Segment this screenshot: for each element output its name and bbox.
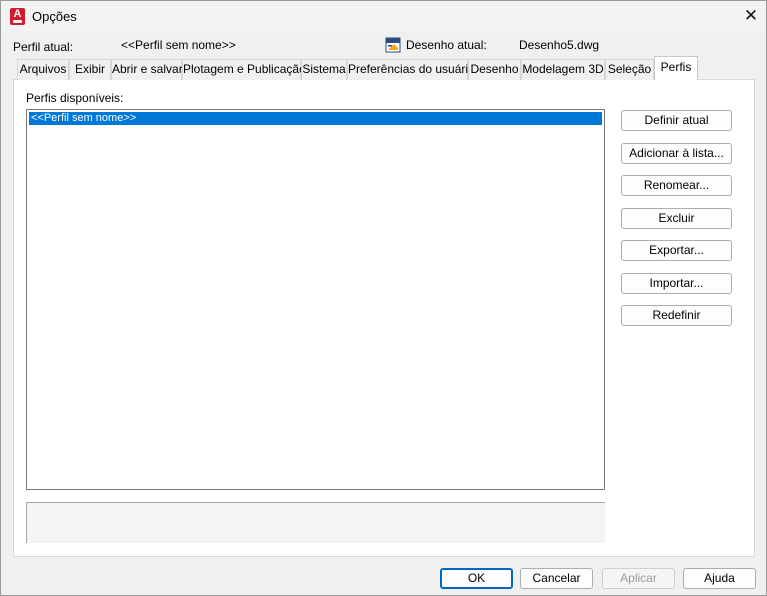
title-bar: A Opções ✕ — [1, 1, 766, 31]
available-profiles-label: Perfis disponíveis: — [26, 91, 124, 105]
current-profile-label: Perfil atual: — [13, 40, 74, 54]
profiles-listbox[interactable]: <<Perfil sem nome>> — [26, 109, 605, 490]
app-logo-icon: A — [10, 8, 25, 25]
current-profile-value: <<Perfil sem nome>> — [121, 38, 236, 52]
close-button[interactable]: ✕ — [737, 3, 765, 29]
current-drawing-value: Desenho5.dwg — [519, 38, 600, 52]
tab-desenho[interactable]: Desenho — [468, 59, 521, 80]
profile-description-box — [26, 502, 605, 543]
cancel-button[interactable]: Cancelar — [520, 568, 593, 589]
delete-button[interactable]: Excluir — [621, 208, 732, 229]
tab-selecao[interactable]: Seleção — [605, 59, 654, 80]
tab-exibir[interactable]: Exibir — [69, 59, 111, 80]
tab-modelagem-3d[interactable]: Modelagem 3D — [521, 59, 605, 80]
tab-abrir-e-salvar[interactable]: Abrir e salvar — [111, 59, 183, 80]
set-current-button[interactable]: Definir atual — [621, 110, 732, 131]
rename-button[interactable]: Renomear... — [621, 175, 732, 196]
tab-perfis[interactable]: Perfis — [654, 56, 698, 80]
help-button[interactable]: Ajuda — [683, 568, 756, 589]
current-drawing-label: Desenho atual: — [406, 38, 487, 52]
drawing-file-icon — [385, 37, 401, 53]
tab-plotagem-e-publicacao[interactable]: Plotagem e Publicação — [182, 59, 306, 80]
ok-button[interactable]: OK — [440, 568, 513, 589]
close-icon: ✕ — [743, 6, 759, 25]
export-button[interactable]: Exportar... — [621, 240, 732, 261]
reset-button[interactable]: Redefinir — [621, 305, 732, 326]
import-button[interactable]: Importar... — [621, 273, 732, 294]
add-to-list-button[interactable]: Adicionar à lista... — [621, 143, 732, 164]
tab-preferencias-do-usuario[interactable]: Preferências do usuário — [347, 59, 475, 80]
tab-arquivos[interactable]: Arquivos — [17, 59, 69, 80]
dialog-title: Opções — [32, 9, 77, 24]
apply-button[interactable]: Aplicar — [602, 568, 675, 589]
list-item[interactable]: <<Perfil sem nome>> — [29, 112, 602, 125]
options-dialog: A Opções ✕ Perfil atual: <<Perfil sem no… — [0, 0, 767, 596]
tab-sistema[interactable]: Sistema — [301, 59, 347, 80]
